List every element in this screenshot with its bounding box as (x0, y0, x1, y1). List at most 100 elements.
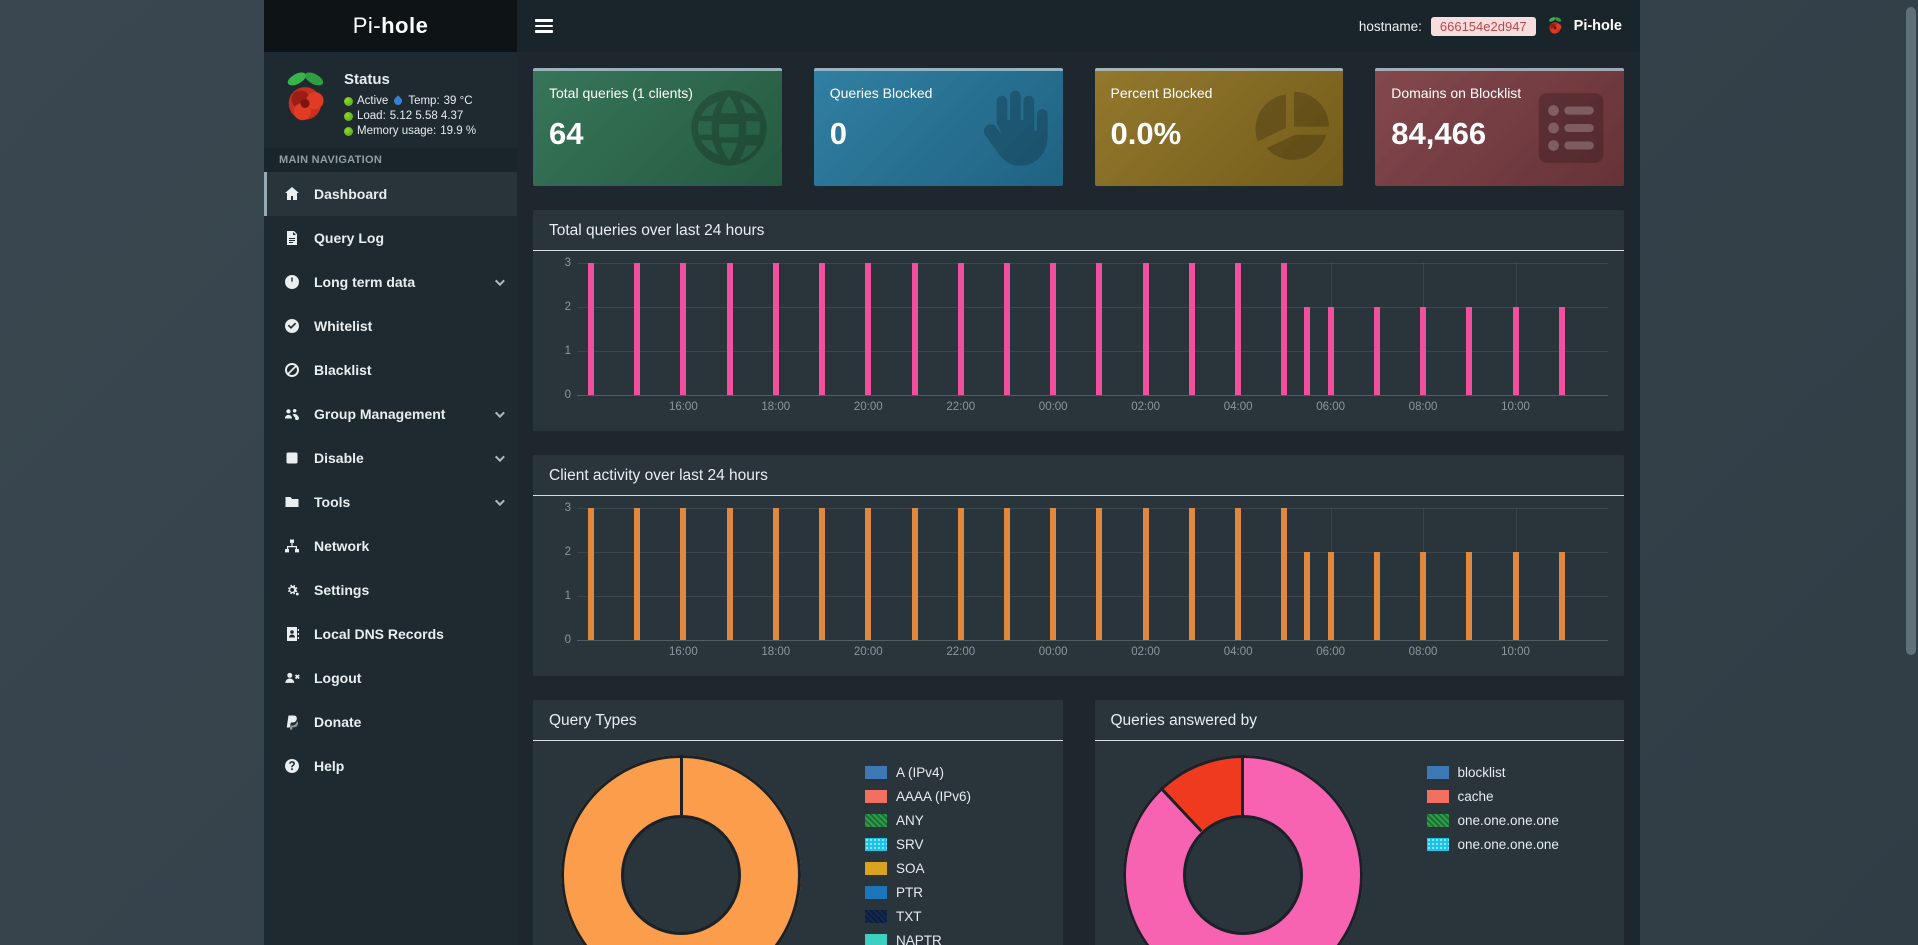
raspberry-logo (276, 65, 334, 137)
legend-label: PTR (896, 885, 923, 900)
legend-label: NAPTR (896, 933, 942, 945)
y-axis-tick: 2 (564, 301, 571, 313)
pihole-admin-page: Pi-hole hostname: 666154e2d947 Pi-hole S… (264, 0, 1640, 945)
chevron-down-icon (494, 451, 505, 462)
sidebar-item-long-term-data[interactable]: Long term data (264, 260, 517, 304)
legend-item[interactable]: ANY (865, 813, 971, 828)
bar (680, 508, 687, 640)
bar (1420, 552, 1427, 640)
y-axis-tick: 1 (564, 590, 571, 602)
temperature-icon (392, 95, 404, 107)
sidebar-item-blacklist[interactable]: Blacklist (264, 348, 517, 392)
x-axis-tick: 00:00 (1038, 401, 1068, 413)
address-book-icon (282, 626, 302, 642)
y-axis-tick: 2 (564, 546, 571, 558)
sidebar-toggle-icon[interactable] (531, 13, 557, 39)
sidebar-item-query-log[interactable]: Query Log (264, 216, 517, 260)
chevron-down-icon (494, 495, 505, 506)
globe-icon (686, 85, 772, 171)
legend-item[interactable]: one.one.one.one (1426, 813, 1559, 828)
donut-hole (1182, 815, 1303, 935)
sidebar-item-label: Whitelist (314, 318, 373, 334)
client-activity-panel: Client activity over last 24 hours 0 1 2 3 1… (533, 455, 1624, 676)
x-axis-tick: 16:00 (668, 401, 698, 413)
logo-text-prefix: Pi- (352, 13, 382, 38)
nav-section-header: MAIN NAVIGATION (264, 148, 517, 172)
client-activity-chart[interactable]: 0 1 2 3 16:00 18:00 20:00 22:00 00:00 02:00 04:00 0… (565, 502, 1608, 662)
legend-label: TXT (896, 909, 922, 924)
x-axis-tick: 00:00 (1038, 646, 1068, 658)
legend-item[interactable]: one.one.one.one (1426, 837, 1559, 852)
bar (865, 263, 872, 395)
app-logo[interactable]: Pi-hole (264, 0, 517, 52)
legend-item[interactable]: SRV (865, 837, 971, 852)
sidebar-item-label: Group Management (314, 406, 446, 422)
x-axis-tick: 08:00 (1408, 646, 1438, 658)
legend-item[interactable]: cache (1426, 789, 1559, 804)
bar (819, 263, 826, 395)
home-icon (282, 186, 302, 202)
panel-header: Total queries over last 24 hours (533, 210, 1624, 251)
legend-item[interactable]: TXT (865, 909, 971, 924)
x-axis-tick: 18:00 (761, 646, 791, 658)
sidebar-item-help[interactable]: Help (264, 744, 517, 788)
memory-ok-icon (344, 126, 353, 136)
question-icon (282, 758, 302, 774)
legend-item[interactable]: NAPTR (865, 933, 971, 945)
page-scrollbar[interactable] (1906, 7, 1916, 655)
sidebar-item-label: Query Log (314, 230, 385, 246)
queries-answered-by-donut[interactable] (1122, 755, 1363, 945)
bar (726, 508, 733, 640)
chevron-down-icon (494, 275, 505, 286)
logo-text-bold: hole (381, 13, 429, 38)
legend-color-chip (865, 838, 887, 851)
legend-item[interactable]: SOA (865, 861, 971, 876)
bar (1281, 263, 1288, 395)
sidebar-item-logout[interactable]: Logout (264, 656, 517, 700)
queries-answered-by-legend: blocklist cache one.one.one.one one.one.one… (1426, 765, 1559, 945)
query-types-donut[interactable] (561, 755, 801, 945)
legend-label: A (IPv4) (896, 765, 945, 780)
status-ok-icon (344, 96, 353, 106)
check-circle-icon (282, 318, 302, 334)
stat-card-total-queries: Total queries (1 clients) 64 (533, 68, 782, 186)
bar (1281, 508, 1288, 640)
bar (1304, 307, 1311, 395)
sidebar-item-dashboard[interactable]: Dashboard (264, 172, 517, 216)
sidebar-item-whitelist[interactable]: Whitelist (264, 304, 517, 348)
sidebar-item-donate[interactable]: Donate (264, 700, 517, 744)
legend-item[interactable]: blocklist (1426, 765, 1559, 780)
x-axis-tick: 22:00 (946, 401, 976, 413)
sidebar-item-label: Logout (314, 670, 362, 686)
donut-hole (621, 815, 741, 935)
bar (1003, 508, 1010, 640)
bar (1050, 263, 1057, 395)
sidebar-item-disable[interactable]: Disable (264, 436, 517, 480)
plot-area: 0 1 2 3 (565, 257, 1608, 401)
bar (1188, 263, 1195, 395)
sidebar-item-local-dns-records[interactable]: Local DNS Records (264, 612, 517, 656)
bar (911, 263, 918, 395)
bar (1558, 307, 1565, 395)
bar (1327, 307, 1334, 395)
bar (726, 263, 733, 395)
raspberry-icon (1545, 15, 1565, 37)
bar (1142, 263, 1149, 395)
sidebar-item-group-management[interactable]: Group Management (264, 392, 517, 436)
sidebar-item-settings[interactable]: Settings (264, 568, 517, 612)
legend-item[interactable]: PTR (865, 885, 971, 900)
navbar-brand: Pi-hole (1573, 18, 1622, 34)
screen: Pi-hole hostname: 666154e2d947 Pi-hole S… (0, 0, 1918, 945)
bar (1420, 307, 1427, 395)
bar (1003, 263, 1010, 395)
sidebar-item-tools[interactable]: Tools (264, 480, 517, 524)
bar (1466, 552, 1473, 640)
folder-icon (282, 494, 302, 510)
legend-item[interactable]: AAAA (IPv6) (865, 789, 971, 804)
status-load-line: Load: 5.12 5.58 4.37 (344, 110, 476, 122)
legend-item[interactable]: A (IPv4) (865, 765, 971, 780)
x-axis-tick: 06:00 (1316, 401, 1345, 413)
query-types-legend: A (IPv4) AAAA (IPv6) ANY SRV SOA PTR TXT NAPTR (865, 765, 971, 945)
sidebar-item-network[interactable]: Network (264, 524, 517, 568)
total-queries-chart[interactable]: 0 1 2 3 16:00 18:00 20:00 22:00 00:00 02:00 04:00 0… (565, 257, 1608, 417)
